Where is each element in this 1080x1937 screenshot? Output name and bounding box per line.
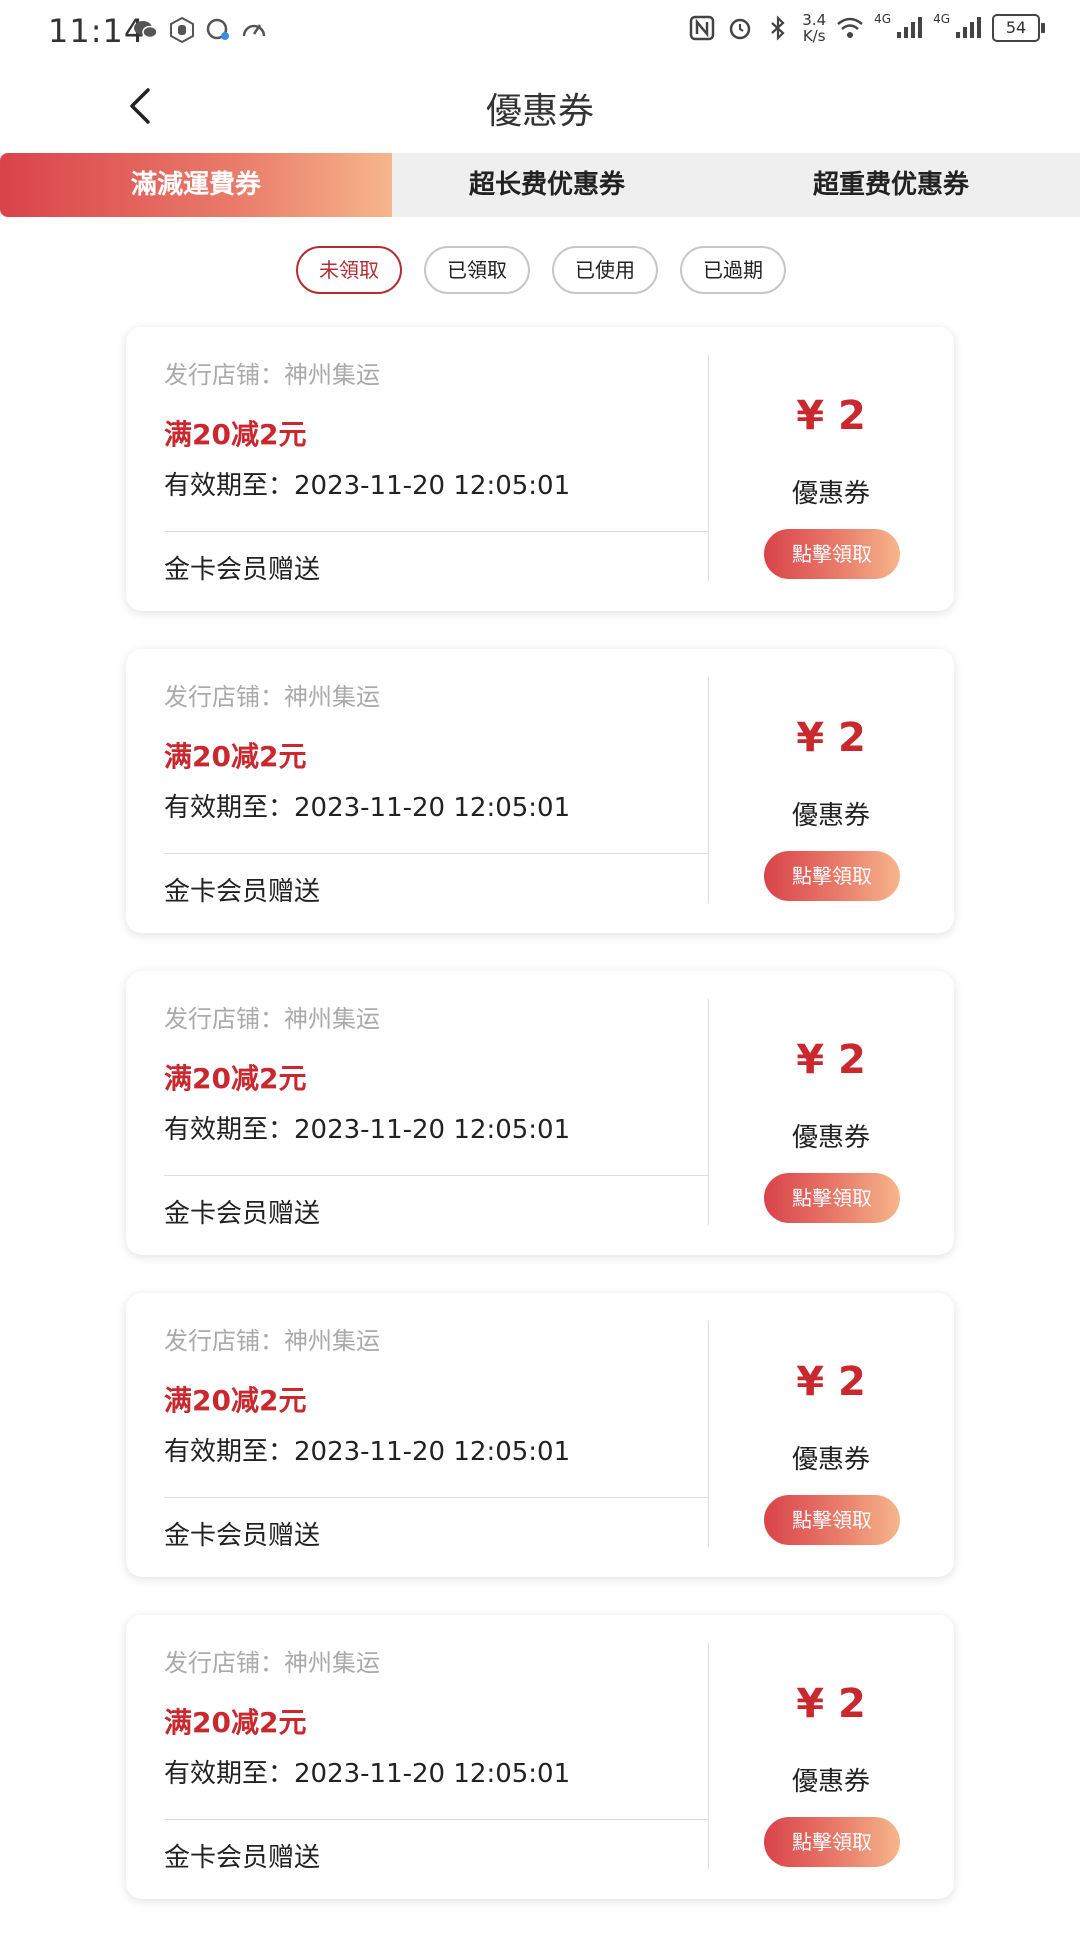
- coupon-amount: ¥ 2: [796, 1037, 866, 1083]
- coupon-type: 優惠券: [791, 801, 870, 831]
- divider: [164, 531, 708, 532]
- battery-icon: 54: [992, 14, 1045, 42]
- divider: [164, 853, 708, 854]
- coupon-gift-note: 金卡会员赠送: [164, 1199, 321, 1229]
- coupon-name: 满20减2元: [164, 418, 307, 451]
- signal-icon: [897, 17, 923, 38]
- vertical-divider: [708, 355, 709, 581]
- coupon-type: 優惠券: [791, 1445, 870, 1475]
- coupon-card: 发行店铺：神州集运 满20减2元 有效期至：2023-11-20 12:05:0…: [126, 649, 954, 933]
- claim-button[interactable]: 點擊領取: [764, 851, 900, 901]
- coupon-store: 发行店铺：神州集运: [164, 1005, 380, 1033]
- coupon-card: 发行店铺：神州集运 满20减2元 有效期至：2023-11-20 12:05:0…: [126, 327, 954, 611]
- wifi-icon: [837, 17, 863, 38]
- vertical-divider: [708, 677, 709, 903]
- filter-claimed[interactable]: 已領取: [424, 246, 530, 294]
- coupon-store: 发行店铺：神州集运: [164, 683, 380, 711]
- coupon-expiry: 有效期至：2023-11-20 12:05:01: [164, 793, 571, 823]
- coupon-store: 发行店铺：神州集运: [164, 361, 380, 389]
- claim-button[interactable]: 點擊領取: [764, 1173, 900, 1223]
- claim-button[interactable]: 點擊領取: [764, 1817, 900, 1867]
- coupon-tabs: 滿減運費券 超长费优惠券 超重费优惠券: [0, 153, 1080, 217]
- network-speed: 3.4 K/s: [802, 12, 826, 44]
- filter-unclaimed[interactable]: 未領取: [296, 246, 402, 294]
- coupon-amount: ¥ 2: [796, 393, 866, 439]
- coupon-amount: ¥ 2: [796, 715, 866, 761]
- coupon-expiry: 有效期至：2023-11-20 12:05:01: [164, 1437, 571, 1467]
- tab-overweight-discount[interactable]: 超重费优惠券: [702, 153, 1080, 217]
- coupon-type: 優惠券: [791, 479, 870, 509]
- coupon-store: 发行店铺：神州集运: [164, 1649, 380, 1677]
- coupon-gift-note: 金卡会员赠送: [164, 877, 321, 907]
- page-title: 優惠券: [485, 91, 594, 132]
- signal-4g-label: 4G: [874, 12, 892, 26]
- app-header: 優惠券: [0, 62, 1080, 152]
- coupon-expiry: 有效期至：2023-11-20 12:05:01: [164, 1759, 571, 1789]
- coupon-store: 发行店铺：神州集运: [164, 1327, 380, 1355]
- vertical-divider: [708, 999, 709, 1225]
- speedometer-icon: [242, 24, 266, 37]
- status-time: 11:14: [48, 12, 146, 50]
- wechat-icon: [134, 21, 158, 39]
- status-left-icons: [132, 16, 268, 44]
- coupon-card: 发行店铺：神州集运 满20减2元 有效期至：2023-11-20 12:05:0…: [126, 1293, 954, 1577]
- coupon-card: 发行店铺：神州集运 满20减2元 有效期至：2023-11-20 12:05:0…: [126, 1615, 954, 1899]
- divider: [164, 1175, 708, 1176]
- coupon-gift-note: 金卡会员赠送: [164, 1521, 321, 1551]
- chat-bubble-icon: [206, 18, 229, 40]
- network-speed-value: 3.4: [802, 11, 827, 29]
- tab-overlength-discount[interactable]: 超长费优惠券: [392, 153, 702, 217]
- nfc-icon: [690, 15, 715, 41]
- network-speed-unit: K/s: [802, 27, 826, 45]
- status-right-icons: 3.4 K/s 4G 4G 54: [688, 12, 1045, 44]
- coupon-amount: ¥ 2: [796, 1681, 866, 1727]
- status-bar: 11:14 3.4 K/s 4G 4G 54: [0, 0, 1080, 62]
- divider: [164, 1819, 708, 1820]
- coupon-gift-note: 金卡会员赠送: [164, 555, 321, 585]
- claim-button[interactable]: 點擊領取: [764, 1495, 900, 1545]
- coupon-name: 满20减2元: [164, 740, 307, 773]
- status-filters: 未領取 已領取 已使用 已過期: [296, 246, 786, 294]
- coupon-gift-note: 金卡会员赠送: [164, 1843, 321, 1873]
- coupon-card: 发行店铺：神州集运 满20减2元 有效期至：2023-11-20 12:05:0…: [126, 971, 954, 1255]
- vertical-divider: [708, 1643, 709, 1869]
- filter-expired[interactable]: 已過期: [680, 246, 786, 294]
- filter-used[interactable]: 已使用: [552, 246, 658, 294]
- signal-4g-label-2: 4G: [933, 12, 950, 26]
- coupon-amount: ¥ 2: [796, 1359, 866, 1405]
- coupon-expiry: 有效期至：2023-11-20 12:05:01: [164, 1115, 571, 1145]
- vertical-divider: [708, 1321, 709, 1547]
- coupon-type: 優惠券: [791, 1767, 870, 1797]
- divider: [164, 1497, 708, 1498]
- claim-button[interactable]: 點擊領取: [764, 529, 900, 579]
- alarm-icon: [730, 18, 751, 40]
- coupon-list: 发行店铺：神州集运 满20减2元 有效期至：2023-11-20 12:05:0…: [126, 327, 954, 1937]
- coupon-expiry: 有效期至：2023-11-20 12:05:01: [164, 471, 571, 501]
- signal-icon-2: [956, 17, 981, 38]
- bluetooth-icon: [771, 15, 785, 41]
- coupon-name: 满20减2元: [164, 1062, 307, 1095]
- coupon-name: 满20减2元: [164, 1384, 307, 1417]
- tab-shipping-discount[interactable]: 滿減運費券: [0, 153, 392, 217]
- coupon-type: 優惠券: [791, 1123, 870, 1153]
- coupon-name: 满20减2元: [164, 1706, 307, 1739]
- hand-icon: [170, 16, 194, 44]
